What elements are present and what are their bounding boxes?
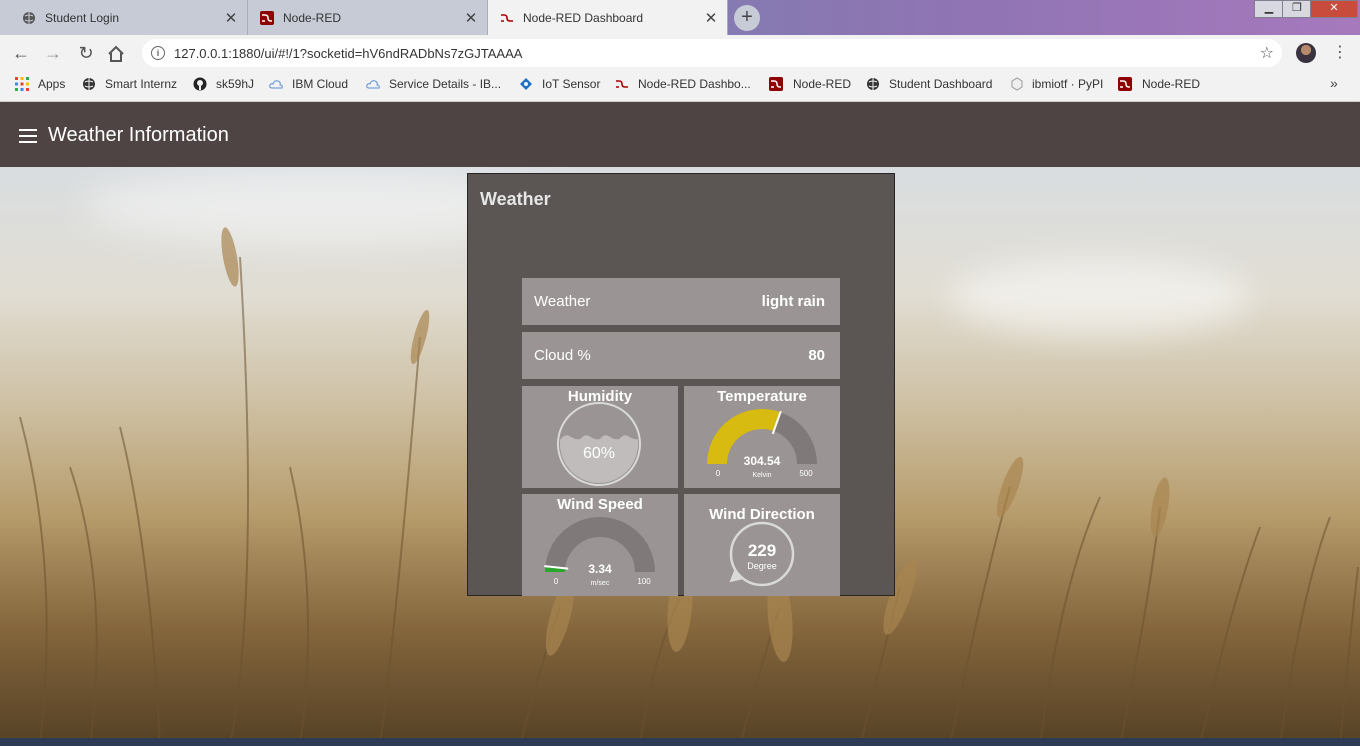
cloud-text-widget: Cloud % 80 <box>522 332 840 379</box>
globe-icon <box>83 78 95 90</box>
bookmark-service-details[interactable]: Service Details - IB... <box>366 70 501 98</box>
humidity-gauge-widget: Humidity 60% <box>522 386 678 488</box>
hamburger-menu-icon[interactable] <box>19 129 37 143</box>
wind-speed-gauge: 3.34 m/sec 0 100 <box>544 517 655 587</box>
tab-title: Student Login <box>45 10 120 25</box>
weather-text-widget: Weather light rain <box>522 278 840 325</box>
address-bar[interactable]: i 127.0.0.1:1880/ui/#!/1?socketid=hV6ndR… <box>142 39 1282 67</box>
temperature-gauge: 304.54 Kelvin 0 500 <box>707 409 817 479</box>
node-red-icon <box>769 77 783 91</box>
dashboard-header: Weather Information <box>0 102 1360 167</box>
tab-close-icon[interactable]: ✕ <box>461 9 481 27</box>
tab-title: Node-RED <box>283 10 342 25</box>
node-red-dashboard-icon <box>616 80 628 88</box>
bookmark-ibmiotf-pypi[interactable]: ibmiotf · PyPI <box>1010 70 1103 98</box>
bookmark-node-red-2[interactable]: Node-RED <box>1118 70 1200 98</box>
bookmark-node-red-dashboard[interactable]: Node-RED Dashbo... <box>615 70 751 98</box>
temperature-unit-text: Kelvin <box>752 472 771 479</box>
node-red-icon <box>1118 77 1132 91</box>
temperature-gauge-widget: Temperature 304.54 Kelvin 0 500 <box>684 386 840 488</box>
profile-avatar[interactable] <box>1296 43 1316 63</box>
minimize-button[interactable]: ▁ <box>1254 0 1284 18</box>
bookmark-smart-internz[interactable]: Smart Internz <box>82 70 177 98</box>
globe-icon <box>23 11 35 24</box>
bookmark-label: Apps <box>38 77 66 91</box>
bookmark-label: Node-RED <box>1142 77 1201 91</box>
weather-group-card: Weather Weather light rain Cloud % 80 Hu… <box>467 173 895 596</box>
node-red-dashboard-icon <box>501 13 513 22</box>
wind-speed-gauge-widget: Wind Speed 3.34 m/sec 0 100 <box>522 494 678 596</box>
page-title: Weather Information <box>48 124 229 146</box>
bookmark-sk59hj[interactable]: sk59hJ <box>193 70 254 98</box>
tab-close-icon[interactable]: ✕ <box>701 9 721 27</box>
bookmark-label: IBM Cloud <box>292 77 349 91</box>
cloud-icon <box>366 80 380 89</box>
bookmark-label: Student Dashboard <box>889 77 993 91</box>
info-icon[interactable]: i <box>151 46 165 60</box>
group-title: Weather <box>480 189 551 209</box>
menu-dots-icon[interactable]: ⋮ <box>1332 42 1348 62</box>
wind-speed-value-text: 3.34 <box>588 562 612 576</box>
bookmark-star-icon[interactable]: ☆ <box>1260 43 1274 63</box>
wind-direction-unit-text: Degree <box>747 561 777 571</box>
window-close-button[interactable]: ✕ <box>1310 0 1358 18</box>
back-arrow-icon[interactable]: ← <box>9 41 33 65</box>
package-icon <box>1011 77 1023 91</box>
url-text[interactable]: 127.0.0.1:1880/ui/#!/1?socketid=hV6ndRAD… <box>174 46 522 61</box>
tab-student-login[interactable]: Student Login ✕ <box>0 0 248 35</box>
forward-arrow-icon[interactable]: → <box>41 41 65 65</box>
tab-close-icon[interactable]: ✕ <box>221 9 241 27</box>
weather-value: light rain <box>761 293 825 310</box>
tab-title: Node-RED Dashboard <box>523 10 644 25</box>
new-tab-button[interactable]: + <box>734 5 760 31</box>
apps-grid-icon <box>15 77 29 91</box>
wind-direction-widget: Wind Direction 229 Degree <box>684 494 840 596</box>
os-taskbar <box>0 738 1360 746</box>
globe-icon <box>867 78 879 90</box>
wind-speed-min-label: 0 <box>554 577 559 586</box>
bookmarks-bar: Apps Smart Internz sk59hJ IBM Cloud Serv… <box>0 70 1360 102</box>
bookmark-iot-sensor[interactable]: IoT Sensor <box>519 70 600 98</box>
bookmark-label: ibmiotf · PyPI <box>1032 77 1104 91</box>
tab-node-red-dashboard[interactable]: Node-RED Dashboard ✕ <box>488 0 728 35</box>
humidity-level-gauge: 60% <box>557 402 641 486</box>
bookmark-label: Service Details - IB... <box>389 77 502 91</box>
tab-node-red[interactable]: Node-RED ✕ <box>248 0 488 35</box>
bookmark-label: Node-RED Dashbo... <box>638 77 751 91</box>
bookmark-label: sk59hJ <box>216 77 255 91</box>
weather-label: Weather <box>534 293 591 310</box>
temperature-value-text: 304.54 <box>744 454 781 468</box>
home-icon[interactable] <box>106 45 126 63</box>
bookmark-student-dashboard[interactable]: Student Dashboard <box>866 70 992 98</box>
cloud-label: Cloud % <box>534 347 591 364</box>
cloud-value: 80 <box>808 347 825 364</box>
reload-icon[interactable]: ↻ <box>74 41 98 65</box>
wind-direction-value-text: 229 <box>748 541 776 560</box>
node-red-icon <box>260 10 274 25</box>
bookmark-label: Smart Internz <box>105 77 178 91</box>
tab-strip: Student Login ✕ Node-RED ✕ Node-RED Dash… <box>0 0 1360 35</box>
bookmark-label: IoT Sensor <box>542 77 601 91</box>
wind-speed-max-label: 100 <box>637 577 651 586</box>
browser-toolbar: ← → ↻ i 127.0.0.1:1880/ui/#!/1?socketid=… <box>0 35 1360 70</box>
bookmark-label: Node-RED <box>793 77 852 91</box>
bookmark-node-red[interactable]: Node-RED <box>769 70 851 98</box>
iot-icon <box>520 78 532 90</box>
wind-speed-unit-text: m/sec <box>591 580 610 587</box>
github-icon <box>193 77 207 91</box>
more-bookmarks-button[interactable]: » <box>1330 75 1338 91</box>
wind-direction-compass: 229 Degree <box>729 521 795 587</box>
bookmark-ibm-cloud[interactable]: IBM Cloud <box>269 70 348 98</box>
bookmark-apps[interactable]: Apps <box>15 70 65 98</box>
temperature-max-label: 500 <box>799 469 813 478</box>
cloud-icon <box>269 80 283 89</box>
temperature-min-label: 0 <box>716 469 721 478</box>
humidity-value-text: 60% <box>583 445 615 462</box>
maximize-button[interactable]: ❐ <box>1282 0 1312 18</box>
